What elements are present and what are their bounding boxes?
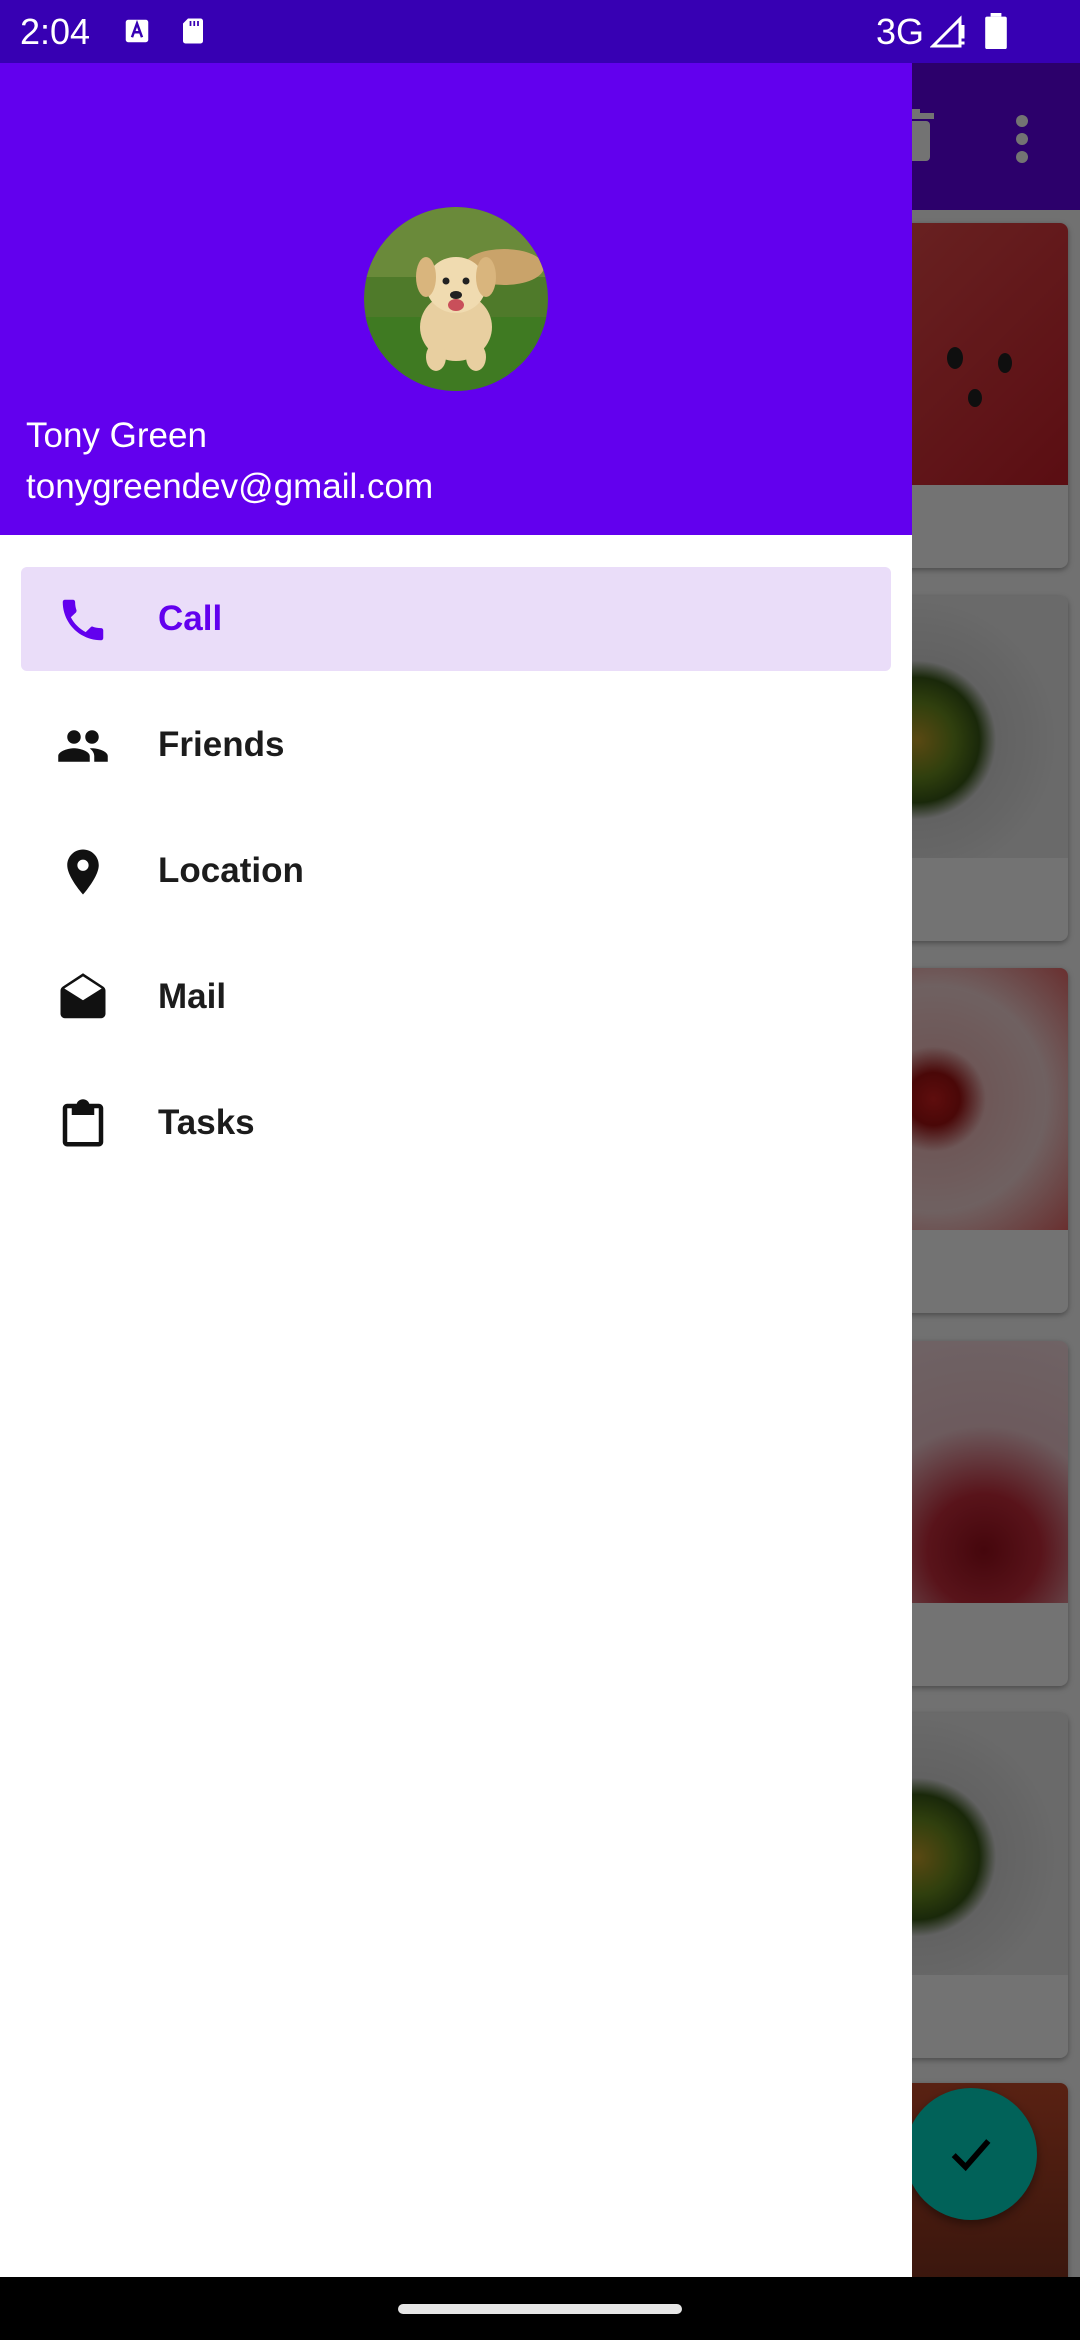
drawer-item-label: Mail xyxy=(158,977,227,1016)
drawer-item-friends[interactable]: Friends xyxy=(21,693,891,797)
drawer-item-label: Friends xyxy=(158,725,285,764)
battery-icon xyxy=(985,13,1007,49)
drawer-item-label: Tasks xyxy=(158,1103,255,1142)
app-a-icon xyxy=(125,19,149,43)
mail-open-icon xyxy=(60,973,106,1019)
navigation-drawer: Tony Green tonygreendev@gmail.com Call F… xyxy=(0,63,912,2277)
drawer-item-call[interactable]: Call xyxy=(21,567,891,671)
people-icon xyxy=(58,730,108,762)
status-bar: 2:04 3G xyxy=(0,0,1080,63)
drawer-header: Tony Green tonygreendev@gmail.com xyxy=(0,63,912,535)
signal-icon xyxy=(930,15,965,48)
user-name: Tony Green xyxy=(26,416,207,455)
drawer-item-mail[interactable]: Mail xyxy=(21,945,891,1049)
sd-card-icon xyxy=(183,18,203,44)
network-type: 3G xyxy=(876,11,925,52)
drawer-item-label: Call xyxy=(158,599,223,638)
user-email: tonygreendev@gmail.com xyxy=(26,467,434,506)
clipboard-icon xyxy=(62,1099,104,1147)
drawer-item-location[interactable]: Location xyxy=(21,819,891,923)
phone-icon xyxy=(62,599,104,641)
location-pin-icon xyxy=(67,849,99,895)
drawer-item-tasks[interactable]: Tasks xyxy=(21,1071,891,1175)
status-time: 2:04 xyxy=(20,11,91,52)
navigation-bar xyxy=(0,2277,1080,2340)
drawer-item-label: Location xyxy=(158,851,304,890)
home-gesture-handle[interactable] xyxy=(398,2304,682,2314)
puppy-avatar-icon[interactable] xyxy=(364,207,548,391)
